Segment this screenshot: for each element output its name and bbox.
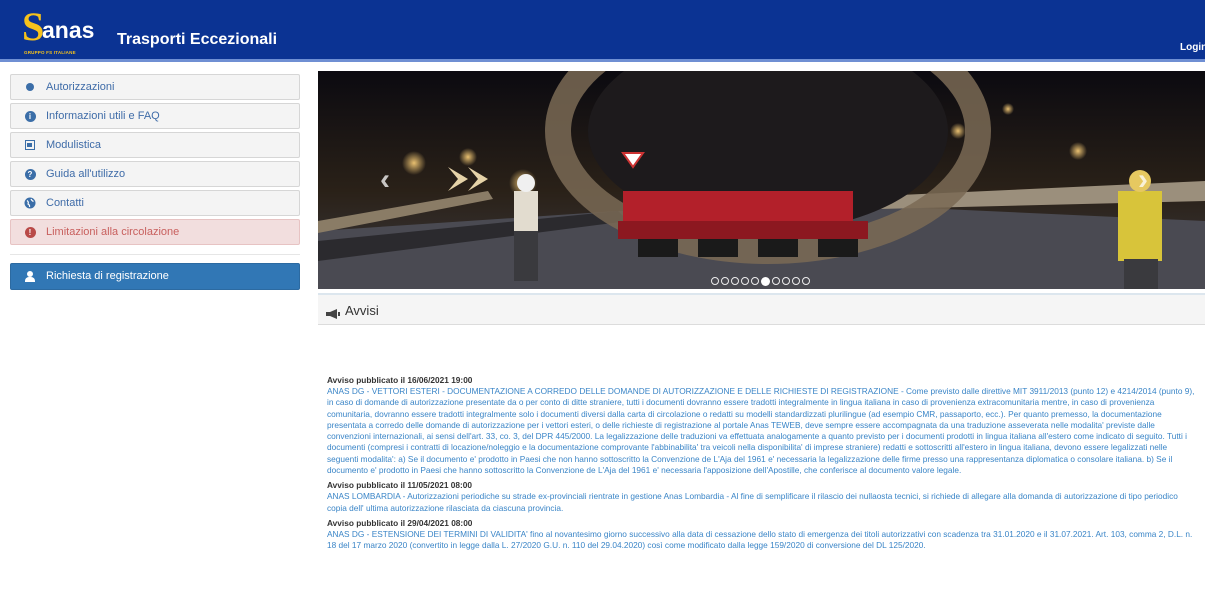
sidebar-item-label: Contatti (46, 197, 84, 209)
notice-title: Avviso pubblicato il 11/05/2021 08:00 (327, 480, 472, 491)
sidebar-item-modulistica[interactable]: Modulistica (10, 132, 300, 158)
carousel-indicator-dot[interactable] (741, 277, 749, 285)
sidebar-item-label: Informazioni utili e FAQ (46, 110, 160, 122)
sidebar-item-label: Guida all'utilizzo (46, 168, 126, 180)
carousel-indicator-dot[interactable] (772, 277, 780, 285)
carousel-next-button[interactable]: › (1138, 165, 1148, 195)
carousel-indicator-dot[interactable] (751, 277, 759, 285)
registration-request-label: Richiesta di registrazione (46, 270, 169, 282)
sidebar-item-guida[interactable]: ? Guida all'utilizzo (10, 161, 300, 187)
sidebar-item-informazioni-faq[interactable]: i Informazioni utili e FAQ (10, 103, 300, 129)
sidebar-item-label: Autorizzazioni (46, 81, 115, 93)
carousel-indicator-dot[interactable] (792, 277, 800, 285)
dot-icon (24, 81, 36, 93)
question-icon: ? (24, 168, 36, 180)
notice-body-link[interactable]: ANAS DG - VETTORI ESTERI - DOCUMENTAZION… (327, 386, 1195, 476)
sidebar: Autorizzazioni i Informazioni utili e FA… (10, 74, 300, 290)
notice-title: Avviso pubblicato il 29/04/2021 08:00 (327, 517, 473, 528)
registration-request-button[interactable]: Richiesta di registrazione (10, 263, 300, 290)
logo-text: anas (42, 17, 95, 43)
sidebar-item-contatti[interactable]: Contatti (10, 190, 300, 216)
logo-s-mark: S (22, 4, 45, 49)
sidebar-item-label: Limitazioni alla circolazione (46, 226, 180, 238)
notice-item: Avviso pubblicato il 16/06/2021 19:00 AN… (327, 375, 1195, 476)
sidebar-item-label: Modulistica (46, 139, 102, 151)
info-icon: i (24, 110, 36, 122)
notices-list: Avviso pubblicato il 16/06/2021 19:00 AN… (327, 375, 1195, 556)
image-carousel: ‹ › (318, 71, 1205, 289)
notice-title: Avviso pubblicato il 16/06/2021 19:00 (327, 375, 473, 385)
globe-icon (24, 197, 36, 209)
notice-body-link[interactable]: ANAS LOMBARDIA - Autorizzazioni periodic… (327, 491, 1195, 514)
app-title: Trasporti Eccezionali (117, 31, 278, 48)
notice-body-link[interactable]: ANAS DG - ESTENSIONE DEI TERMINI DI VALI… (327, 529, 1195, 552)
user-icon (25, 271, 35, 282)
notice-item: Avviso pubblicato il 11/05/2021 08:00 AN… (327, 480, 1195, 514)
exclamation-icon: ! (24, 226, 36, 238)
carousel-prev-button[interactable]: ‹ (380, 165, 390, 195)
megaphone-icon (326, 306, 340, 319)
sidebar-item-limitazioni[interactable]: ! Limitazioni alla circolazione (10, 219, 300, 245)
carousel-indicator-dot[interactable] (721, 277, 729, 285)
sidebar-item-autorizzazioni[interactable]: Autorizzazioni (10, 74, 300, 100)
carousel-indicator-dot[interactable] (802, 277, 810, 285)
anas-logo[interactable]: S anas GRUPPO FS ITALIANE (22, 4, 102, 57)
form-icon (24, 139, 36, 151)
login-link[interactable]: Login (1180, 42, 1205, 53)
carousel-slide-image (318, 71, 1205, 289)
carousel-indicator-dot[interactable] (731, 277, 739, 285)
carousel-indicator-dot[interactable] (761, 276, 770, 286)
notice-item: Avviso pubblicato il 29/04/2021 08:00 AN… (327, 518, 1195, 552)
notices-panel-title: Avvisi (345, 303, 379, 318)
carousel-indicators (711, 276, 810, 286)
top-header: S anas GRUPPO FS ITALIANE Trasporti Ecce… (0, 0, 1205, 62)
sidebar-divider (10, 254, 300, 255)
logo-subtext: GRUPPO FS ITALIANE (24, 50, 76, 55)
notices-panel-header: Avvisi (318, 293, 1205, 325)
carousel-indicator-dot[interactable] (711, 277, 719, 285)
carousel-indicator-dot[interactable] (782, 277, 790, 285)
